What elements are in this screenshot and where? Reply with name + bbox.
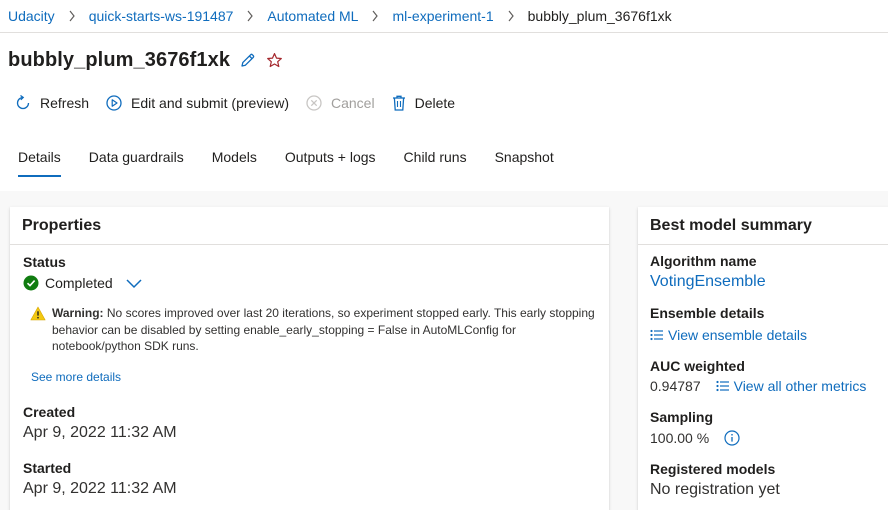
refresh-button[interactable]: Refresh	[14, 94, 89, 112]
run-header: bubbly_plum_3676f1xk Refresh Edit and su…	[0, 33, 888, 191]
chevron-right-icon	[358, 10, 392, 22]
warning-icon	[30, 306, 46, 355]
warning-text: No scores improved over last 20 iteratio…	[52, 306, 595, 353]
tab-child-runs[interactable]: Child runs	[404, 149, 467, 177]
tab-list: Details Data guardrails Models Outputs +…	[18, 149, 582, 177]
cancel-icon	[305, 94, 323, 112]
status-value: Completed	[45, 275, 113, 291]
delete-button[interactable]: Delete	[391, 94, 455, 112]
best-model-header: Best model summary	[638, 207, 888, 245]
early-stopping-warning: Warning: No scores improved over last 20…	[30, 305, 602, 355]
check-circle-icon	[23, 275, 39, 291]
command-bar: Refresh Edit and submit (preview) Cancel…	[14, 94, 471, 112]
breadcrumb-automated-ml[interactable]: Automated ML	[267, 8, 358, 24]
created-value: Apr 9, 2022 11:32 AM	[23, 424, 177, 441]
tab-models[interactable]: Models	[212, 149, 257, 177]
list-icon	[650, 329, 664, 341]
registered-models-value: No registration yet	[650, 481, 780, 498]
chevron-right-icon	[55, 10, 89, 22]
view-all-metrics-link[interactable]: View all other metrics	[716, 378, 867, 394]
chevron-down-icon[interactable]	[125, 277, 143, 289]
tab-outputs-logs[interactable]: Outputs + logs	[285, 149, 376, 177]
play-circle-icon	[105, 94, 123, 112]
breadcrumb: Udacity quick-starts-ws-191487 Automated…	[0, 0, 888, 33]
properties-header: Properties	[10, 207, 609, 245]
page-title: bubbly_plum_3676f1xk	[8, 49, 231, 71]
view-ensemble-details-label: View ensemble details	[668, 327, 808, 343]
warning-prefix: Warning:	[52, 306, 104, 320]
sampling-row: 100.00 %	[650, 430, 740, 446]
star-icon[interactable]	[266, 52, 283, 69]
list-icon	[716, 380, 730, 392]
started-label: Started	[23, 460, 72, 476]
auc-row: 0.94787 View all other metrics	[650, 378, 866, 394]
status-value-row: Completed	[23, 275, 143, 291]
created-label: Created	[23, 404, 76, 420]
view-ensemble-details-link[interactable]: View ensemble details	[650, 327, 807, 343]
title-row: bubbly_plum_3676f1xk	[8, 49, 283, 72]
algorithm-name-label: Algorithm name	[650, 253, 757, 269]
registered-models-label: Registered models	[650, 461, 776, 477]
pencil-icon[interactable]	[239, 52, 256, 69]
tab-data-guardrails[interactable]: Data guardrails	[89, 149, 184, 177]
edit-and-submit-button[interactable]: Edit and submit (preview)	[105, 94, 289, 112]
trash-icon	[391, 94, 407, 112]
cancel-button[interactable]: Cancel	[305, 94, 375, 112]
edit-and-submit-label: Edit and submit (preview)	[131, 95, 289, 111]
best-model-summary-card: Best model summary Algorithm name Voting…	[638, 207, 888, 510]
breadcrumb-workspace[interactable]: quick-starts-ws-191487	[89, 8, 234, 24]
sampling-value: 100.00 %	[650, 430, 710, 446]
breadcrumb-current-run: bubbly_plum_3676f1xk	[527, 8, 672, 24]
run-details-page: Udacity quick-starts-ws-191487 Automated…	[0, 0, 888, 510]
view-all-metrics-label: View all other metrics	[733, 378, 867, 394]
breadcrumb-workspace-root[interactable]: Udacity	[8, 8, 55, 24]
chevron-right-icon	[494, 10, 528, 22]
warning-message: Warning: No scores improved over last 20…	[52, 305, 602, 355]
refresh-icon	[14, 94, 32, 112]
cancel-label: Cancel	[330, 95, 375, 111]
delete-label: Delete	[414, 95, 456, 111]
breadcrumb-experiment[interactable]: ml-experiment-1	[392, 8, 493, 24]
tab-details[interactable]: Details	[18, 149, 61, 177]
auc-weighted-label: AUC weighted	[650, 358, 745, 374]
info-icon[interactable]	[724, 430, 740, 446]
chevron-right-icon	[233, 10, 267, 22]
refresh-label: Refresh	[40, 95, 90, 111]
algorithm-name-link[interactable]: VotingEnsemble	[650, 273, 766, 291]
auc-weighted-value: 0.94787	[650, 378, 701, 394]
status-label: Status	[23, 254, 66, 270]
see-more-details-link[interactable]: See more details	[31, 370, 121, 384]
started-value: Apr 9, 2022 11:32 AM	[23, 480, 177, 497]
tab-snapshot[interactable]: Snapshot	[495, 149, 554, 177]
ensemble-details-label: Ensemble details	[650, 305, 765, 321]
properties-card: Properties Status Completed Warning: No …	[10, 207, 609, 510]
sampling-label: Sampling	[650, 409, 714, 425]
